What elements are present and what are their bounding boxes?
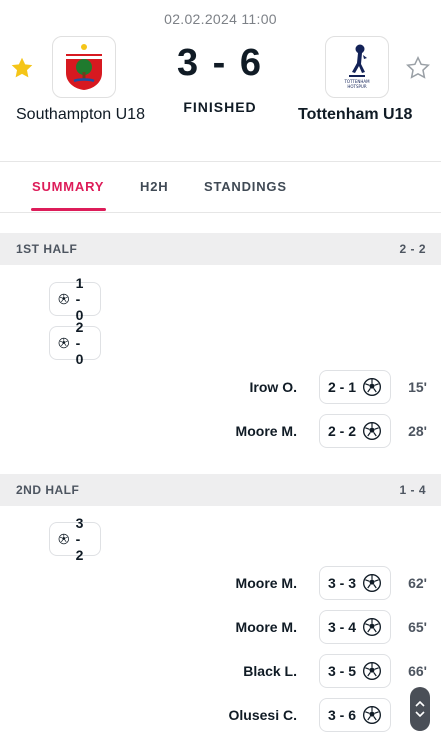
goal-scorer[interactable]: Moore M. bbox=[236, 575, 297, 591]
home-team-name[interactable]: Southampton U18 bbox=[16, 106, 145, 124]
football-icon bbox=[363, 422, 381, 440]
first-half-header: 1ST HALF 2 - 2 bbox=[0, 233, 441, 265]
section-title: 2ND HALF bbox=[16, 483, 80, 497]
goal-scorer[interactable]: Moore M. bbox=[236, 619, 297, 635]
goal-pill[interactable]: 3 - 6 bbox=[318, 698, 391, 732]
incident-score: 1 - 0 bbox=[75, 275, 84, 323]
goal-pill[interactable]: 3 - 3 bbox=[318, 566, 391, 600]
goal-pill[interactable]: 3 - 5 bbox=[318, 654, 391, 688]
incident-score: 3 - 4 bbox=[327, 619, 356, 635]
football-icon bbox=[363, 618, 381, 636]
goal-scorer[interactable]: Moore M. bbox=[236, 423, 297, 439]
half-score: 1 - 4 bbox=[399, 483, 426, 497]
goal-minute: 65' bbox=[408, 619, 427, 635]
incident-score: 3 - 5 bbox=[327, 663, 356, 679]
incident-row: Black L. 3 - 5 66' bbox=[177, 654, 427, 688]
away-team-crest-icon[interactable]: TOTTENHAM HOTSPUR bbox=[325, 36, 389, 98]
favorite-star-icon-home[interactable] bbox=[9, 55, 35, 81]
football-icon bbox=[363, 662, 381, 680]
incident-score: 3 - 3 bbox=[327, 575, 356, 591]
incident-score: 2 - 0 bbox=[75, 319, 84, 367]
incident-score: 2 - 2 bbox=[327, 423, 356, 439]
incident-row: Irow O. 2 - 1 15' bbox=[177, 370, 427, 404]
incident-row: Moore M. 3 - 4 65' bbox=[177, 610, 427, 644]
scroll-handle[interactable] bbox=[410, 687, 430, 731]
away-team-name[interactable]: Tottenham U18 bbox=[298, 106, 412, 124]
chevron-down-icon bbox=[415, 711, 425, 717]
home-team-crest-icon[interactable] bbox=[52, 36, 116, 98]
southampton-crest-icon bbox=[66, 44, 102, 90]
football-icon bbox=[363, 574, 381, 592]
incident-row: Moore M. 3 - 3 62' bbox=[177, 566, 427, 600]
incident-row: Moore M. 2 - 2 28' bbox=[177, 414, 427, 448]
incident-score: 2 - 1 bbox=[327, 379, 356, 395]
goal-pill[interactable]: 2 - 0 bbox=[49, 319, 101, 367]
svg-text:HOTSPUR: HOTSPUR bbox=[347, 84, 366, 89]
active-tab-indicator bbox=[31, 208, 106, 211]
chevron-up-icon bbox=[415, 701, 425, 707]
incident-score: 3 - 2 bbox=[75, 515, 84, 563]
match-status: FINISHED bbox=[183, 99, 257, 115]
match-datetime: 02.02.2024 11:00 bbox=[164, 11, 277, 27]
goal-scorer[interactable]: Irow O. bbox=[250, 379, 297, 395]
match-score: 3 - 6 bbox=[176, 42, 264, 84]
goal-minute: 28' bbox=[408, 423, 427, 439]
tab-standings[interactable]: STANDINGS bbox=[204, 179, 287, 194]
goal-pill[interactable]: 3 - 2 bbox=[49, 515, 101, 563]
half-score: 2 - 2 bbox=[399, 242, 426, 256]
goal-pill[interactable]: 2 - 2 bbox=[318, 414, 391, 448]
favorite-star-icon-away[interactable] bbox=[405, 55, 431, 81]
goal-scorer[interactable]: Black L. bbox=[243, 663, 297, 679]
football-icon bbox=[363, 378, 381, 396]
goal-minute: 62' bbox=[408, 575, 427, 591]
tab-summary[interactable]: SUMMARY bbox=[32, 179, 104, 194]
goal-pill[interactable]: 2 - 1 bbox=[318, 370, 391, 404]
incident-row: Olusesi C. 3 - 6 7 bbox=[177, 698, 427, 732]
tottenham-crest-icon: TOTTENHAM HOTSPUR bbox=[343, 44, 370, 89]
tab-h2h[interactable]: H2H bbox=[140, 179, 168, 194]
goal-pill[interactable]: 1 - 0 bbox=[49, 275, 101, 323]
goal-minute: 66' bbox=[408, 663, 427, 679]
match-tabs: SUMMARY H2H STANDINGS bbox=[0, 163, 441, 213]
match-header: 02.02.2024 11:00 3 - 6 FINISHED TOTTENHA… bbox=[0, 0, 441, 162]
goal-pill[interactable]: 3 - 4 bbox=[318, 610, 391, 644]
football-icon bbox=[363, 706, 381, 724]
section-title: 1ST HALF bbox=[16, 242, 78, 256]
second-half-header: 2ND HALF 1 - 4 bbox=[0, 474, 441, 506]
incident-score: 3 - 6 bbox=[327, 707, 356, 723]
football-icon bbox=[58, 533, 69, 545]
goal-minute: 15' bbox=[408, 379, 427, 395]
football-icon bbox=[58, 293, 69, 305]
goal-scorer[interactable]: Olusesi C. bbox=[229, 707, 297, 723]
football-icon bbox=[58, 337, 69, 349]
